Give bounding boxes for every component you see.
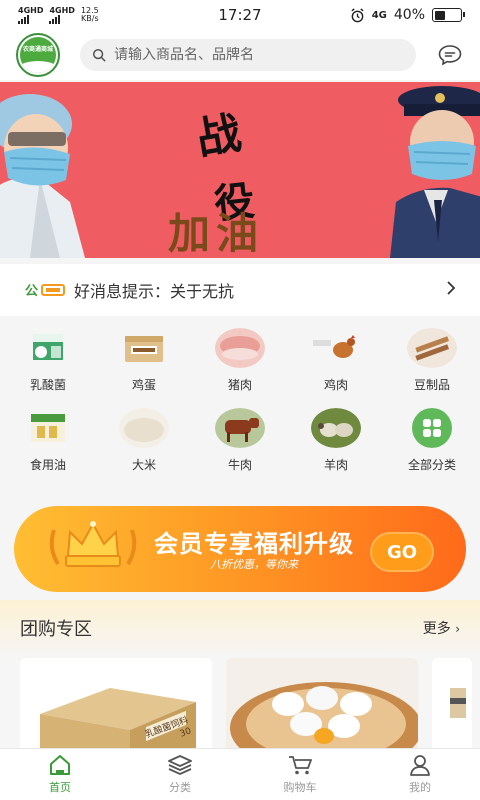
more-link[interactable]: 更多 › xyxy=(423,618,460,638)
member-promo-banner[interactable]: 会员专享福利升级 八折优惠，等你来 GO xyxy=(14,506,466,592)
category-item[interactable]: 鸡蛋 xyxy=(96,328,192,408)
product-card[interactable]: 乳酸菌饲料 30 xyxy=(20,658,212,758)
grid-four-icon xyxy=(407,408,457,448)
category-item[interactable]: 豆制品 xyxy=(384,328,480,408)
category-label: 乳酸菌 xyxy=(29,378,66,392)
svg-text:公: 公 xyxy=(25,284,38,299)
tab-home[interactable]: 首页 xyxy=(0,749,120,800)
logo-hill xyxy=(20,61,56,73)
search-icon xyxy=(92,48,106,62)
category-item[interactable]: 鸡肉 xyxy=(288,328,384,408)
app-screen: 4GHD 4GHD 12.5 KB/s 17:27 4G 40% 农商通商城 请… xyxy=(0,0,480,800)
clock: 17:27 xyxy=(218,6,262,24)
category-grid: 乳酸菌 鸡蛋 猪肉 鸡肉 豆制品 食用油 大米 牛肉 羊肉 全部分类 xyxy=(0,318,480,486)
layers-icon xyxy=(168,755,192,775)
category-label: 猪肉 xyxy=(227,378,252,392)
member-title: 会员专享福利升级 xyxy=(154,530,354,558)
logo-text: 农商通商城 xyxy=(22,46,53,53)
category-item[interactable]: 全部分类 xyxy=(384,408,480,488)
product-card[interactable] xyxy=(226,658,418,758)
category-label: 羊肉 xyxy=(323,458,348,472)
doctor-illustration xyxy=(0,94,85,258)
category-label: 鸡肉 xyxy=(323,378,348,392)
banner-slogan: 加油 xyxy=(168,209,265,258)
announcement-icon: 公 xyxy=(24,280,66,300)
home-icon xyxy=(50,755,70,775)
user-icon xyxy=(410,755,430,776)
category-item[interactable]: 食用油 xyxy=(0,408,96,488)
category-item[interactable]: 乳酸菌 xyxy=(0,328,96,408)
tab-category[interactable]: 分类 xyxy=(120,749,240,800)
cart-icon xyxy=(289,756,312,775)
battery-icon xyxy=(432,8,465,22)
oil-box-icon xyxy=(23,408,73,448)
search-bar[interactable] xyxy=(80,39,416,71)
tab-category-label: 分类 xyxy=(169,781,191,794)
tab-cart[interactable]: 购物车 xyxy=(240,749,360,800)
cow-icon xyxy=(215,408,265,448)
message-icon[interactable] xyxy=(436,41,464,69)
status-bar: 4GHD 4GHD 12.5 KB/s 17:27 4G 40% xyxy=(0,0,480,30)
notice-text: 好消息提示：关于无抗 xyxy=(74,282,235,301)
tofu-icon xyxy=(407,328,457,368)
product-card-partial[interactable] xyxy=(432,658,472,758)
hero-banner[interactable]: 战 役 加油 xyxy=(0,82,480,258)
more-label: 更多 xyxy=(422,621,451,637)
tab-cart-label: 购物车 xyxy=(283,781,317,794)
category-item[interactable]: 羊肉 xyxy=(288,408,384,488)
top-header: 农商通商城 xyxy=(0,30,480,80)
category-item[interactable]: 猪肉 xyxy=(192,328,288,408)
officer-illustration xyxy=(390,86,480,258)
logo-emblem: 农商通商城 xyxy=(20,37,56,73)
go-button[interactable]: GO xyxy=(370,532,434,572)
app-logo[interactable]: 农商通商城 xyxy=(16,33,60,77)
category-item[interactable]: 牛肉 xyxy=(192,408,288,488)
tab-profile-label: 我的 xyxy=(409,781,431,794)
tab-profile[interactable]: 我的 xyxy=(360,749,480,800)
product-box-image xyxy=(40,688,196,758)
egg-box-icon xyxy=(119,328,169,368)
chicken-icon xyxy=(311,328,361,368)
banner-title-line1: 战 xyxy=(192,107,245,166)
group-buy-header: 团购专区 更多 › xyxy=(0,600,480,644)
category-label: 大米 xyxy=(131,458,156,472)
search-input[interactable] xyxy=(114,47,394,63)
chevron-right-icon[interactable] xyxy=(446,280,456,301)
category-item[interactable]: 大米 xyxy=(96,408,192,488)
crown-laurel-icon xyxy=(49,521,137,567)
category-label: 全部分类 xyxy=(407,458,456,472)
rice-icon xyxy=(119,408,169,448)
yogurt-box-icon xyxy=(23,328,73,368)
group-buy-section: 团购专区 更多 › 乳酸菌饲料 30 xyxy=(0,600,480,758)
group-buy-title: 团购专区 xyxy=(20,619,92,640)
tab-home-label: 首页 xyxy=(49,781,71,794)
bottom-tab-bar: 首页 分类 购物车 我的 xyxy=(0,748,480,800)
category-label: 豆制品 xyxy=(413,378,450,392)
product-eggs-image xyxy=(226,658,418,758)
category-label: 食用油 xyxy=(29,458,66,472)
category-label: 鸡蛋 xyxy=(131,378,156,392)
product-list: 乳酸菌饲料 30 xyxy=(20,658,472,758)
pork-icon xyxy=(215,328,265,368)
category-label: 牛肉 xyxy=(227,458,252,472)
notice-bar[interactable]: 公 好消息提示：关于无抗 xyxy=(0,264,480,316)
product-partial-image xyxy=(432,658,472,758)
chevron-right-icon: › xyxy=(455,622,460,636)
member-subtitle: 八折优惠，等你来 xyxy=(210,558,298,571)
sheep-icon xyxy=(311,408,361,448)
